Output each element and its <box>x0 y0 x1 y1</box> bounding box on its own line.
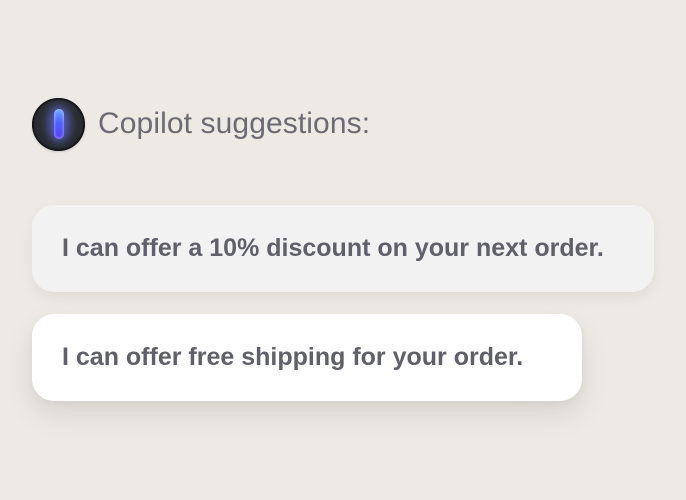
orb-light <box>53 109 64 139</box>
suggestion-discount-button[interactable]: I can offer a 10% discount on your next … <box>32 205 654 292</box>
copilot-orb-icon <box>32 97 85 151</box>
suggestion-label: I can offer a 10% discount on your next … <box>62 234 604 262</box>
copilot-header: Copilot suggestions: <box>32 97 370 151</box>
copilot-suggestions-title: Copilot suggestions: <box>98 107 371 140</box>
suggestion-free-shipping-button[interactable]: I can offer free shipping for your order… <box>32 314 582 401</box>
suggestion-label: I can offer free shipping for your order… <box>62 343 524 371</box>
